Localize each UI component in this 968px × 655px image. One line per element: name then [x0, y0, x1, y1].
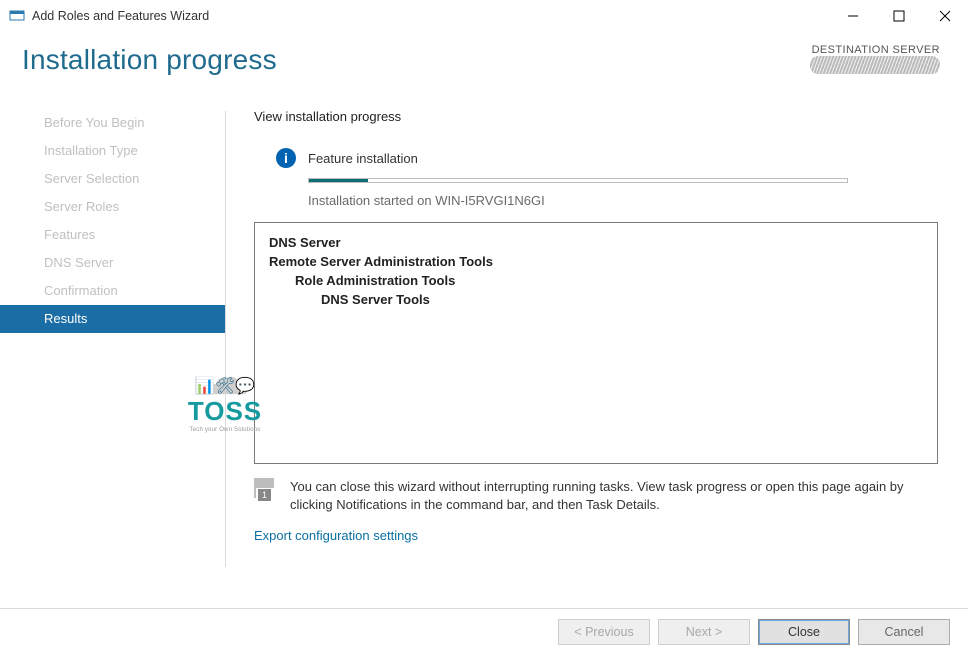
export-configuration-link[interactable]: Export configuration settings — [254, 528, 418, 543]
feature-line-rsat: Remote Server Administration Tools — [269, 254, 923, 269]
close-window-button[interactable] — [922, 1, 968, 31]
nav-item-features: Features — [0, 221, 226, 249]
destination-server-label: DESTINATION SERVER — [810, 44, 940, 56]
cancel-button[interactable]: Cancel — [858, 619, 950, 645]
feature-installation-label: Feature installation — [308, 151, 418, 166]
installation-started-text: Installation started on WIN-I5RVGI1N6GI — [308, 193, 938, 208]
maximize-button[interactable] — [876, 1, 922, 31]
next-button: Next > — [658, 619, 750, 645]
progress-bar-fill — [309, 179, 368, 182]
nav-item-confirmation: Confirmation — [0, 277, 226, 305]
main-panel: View installation progress i Feature ins… — [226, 107, 968, 587]
feature-line-dns-server-tools: DNS Server Tools — [321, 292, 923, 307]
minimize-button[interactable] — [830, 1, 876, 31]
nav-item-before-you-begin: Before You Begin — [0, 109, 226, 137]
destination-server-block: DESTINATION SERVER — [810, 44, 940, 77]
close-button[interactable]: Close — [758, 619, 850, 645]
nav-item-server-selection: Server Selection — [0, 165, 226, 193]
destination-server-name-redacted — [810, 56, 940, 74]
nav-item-server-roles: Server Roles — [0, 193, 226, 221]
nav-item-dns-server: DNS Server — [0, 249, 226, 277]
tip-text: You can close this wizard without interr… — [290, 478, 938, 514]
features-list-box: DNS Server Remote Server Administration … — [254, 222, 938, 464]
wizard-nav-sidebar: Before You Begin Installation Type Serve… — [0, 107, 226, 587]
server-manager-icon — [8, 7, 26, 25]
window-title: Add Roles and Features Wizard — [32, 9, 209, 23]
feature-line-role-admin-tools: Role Administration Tools — [295, 273, 923, 288]
notifications-badge: 1 — [258, 489, 271, 501]
notifications-flag-icon: 1 — [254, 478, 280, 504]
feature-line-dns-server: DNS Server — [269, 235, 923, 250]
nav-item-installation-type: Installation Type — [0, 137, 226, 165]
progress-bar — [308, 178, 848, 183]
tip-row: 1 You can close this wizard without inte… — [254, 478, 938, 514]
page-title: Installation progress — [22, 44, 277, 76]
view-installation-progress-label: View installation progress — [254, 109, 938, 124]
wizard-footer: < Previous Next > Close Cancel — [0, 608, 968, 655]
sidebar-divider — [225, 111, 226, 567]
header: Installation progress DESTINATION SERVER — [0, 32, 968, 77]
nav-item-results[interactable]: Results — [0, 305, 226, 333]
previous-button: < Previous — [558, 619, 650, 645]
info-icon: i — [276, 148, 296, 168]
titlebar: Add Roles and Features Wizard — [0, 0, 968, 32]
